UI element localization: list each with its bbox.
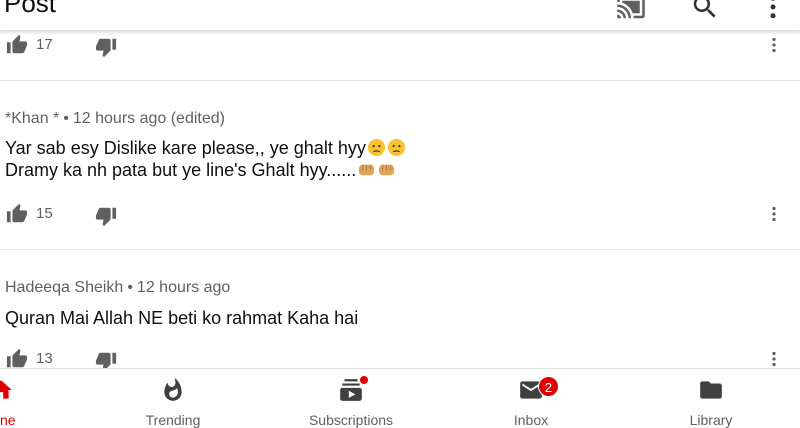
home-icon bbox=[0, 380, 12, 399]
subscriptions-new-badge bbox=[359, 375, 369, 385]
nav-trending-label: Trending bbox=[145, 412, 201, 428]
dislike-icon[interactable] bbox=[95, 205, 117, 227]
comment-actions: 17 bbox=[0, 34, 800, 58]
comment-text: Quran Mai Allah NE beti ko rahmat Kaha h… bbox=[5, 308, 359, 328]
nav-inbox[interactable]: 2 Inbox bbox=[461, 369, 601, 428]
nav-subscriptions[interactable]: Subscriptions bbox=[281, 369, 421, 428]
nav-home[interactable]: ne bbox=[0, 369, 40, 428]
comment-divider bbox=[0, 249, 800, 250]
inbox-badge: 2 bbox=[538, 376, 559, 397]
like-count: 13 bbox=[36, 350, 53, 367]
like-count: 15 bbox=[36, 205, 53, 222]
more-vert-icon[interactable] bbox=[758, 0, 788, 22]
meta-separator: • bbox=[63, 110, 69, 127]
nav-inbox-label: Inbox bbox=[513, 412, 549, 428]
bottom-navigation: ne Trending Subscriptions 2 Inbox Librar… bbox=[0, 368, 800, 428]
library-folder-icon bbox=[700, 381, 722, 399]
comment-author[interactable]: *Khan * bbox=[5, 110, 59, 127]
nav-trending[interactable]: Trending bbox=[103, 369, 243, 428]
page-title: Post bbox=[4, 0, 57, 18]
worried-face-emoji-icon bbox=[387, 138, 405, 157]
comment-meta: *Khan * • 12 hours ago (edited) bbox=[5, 110, 225, 128]
like-icon[interactable] bbox=[6, 348, 28, 370]
top-app-bar: Post bbox=[0, 0, 800, 31]
search-icon[interactable] bbox=[690, 0, 720, 22]
comment-actions: 15 bbox=[0, 203, 800, 227]
nav-home-label: ne bbox=[0, 412, 16, 428]
like-icon[interactable] bbox=[6, 34, 28, 56]
fist-emoji-icon bbox=[359, 164, 375, 176]
comment-menu-icon[interactable] bbox=[766, 348, 782, 370]
nav-subscriptions-label: Subscriptions bbox=[308, 412, 394, 428]
comment-meta: Hadeeqa Sheikh • 12 hours ago bbox=[5, 279, 230, 297]
comment-text: Yar sab esy Dislike kare please,, ye gha… bbox=[5, 138, 366, 158]
comment-menu-icon[interactable] bbox=[766, 203, 782, 225]
meta-separator: • bbox=[127, 279, 133, 296]
comment-divider bbox=[0, 80, 800, 81]
dislike-icon[interactable] bbox=[95, 36, 117, 58]
worried-face-emoji-icon bbox=[367, 138, 385, 157]
nav-library-label: Library bbox=[689, 412, 733, 428]
trending-flame-icon bbox=[164, 377, 182, 401]
comment-author[interactable]: Hadeeqa Sheikh bbox=[5, 279, 123, 296]
fist-emoji-icon bbox=[379, 164, 395, 176]
comment-time: 12 hours ago bbox=[136, 279, 231, 296]
cast-icon[interactable] bbox=[616, 0, 646, 22]
comment-text-line: Quran Mai Allah NE beti ko rahmat Kaha h… bbox=[5, 307, 358, 329]
like-icon[interactable] bbox=[6, 203, 28, 225]
comment-text-line: Dramy ka nh pata but ye line's Ghalt hyy… bbox=[5, 159, 396, 181]
like-count: 17 bbox=[36, 36, 53, 53]
comment-text: Dramy ka nh pata but ye line's Ghalt hyy… bbox=[5, 160, 357, 180]
comment-time: 12 hours ago (edited) bbox=[72, 110, 225, 127]
comment-menu-icon[interactable] bbox=[766, 34, 782, 56]
nav-library[interactable]: Library bbox=[641, 369, 781, 428]
comment-text-line: Yar sab esy Dislike kare please,, ye gha… bbox=[5, 137, 406, 159]
